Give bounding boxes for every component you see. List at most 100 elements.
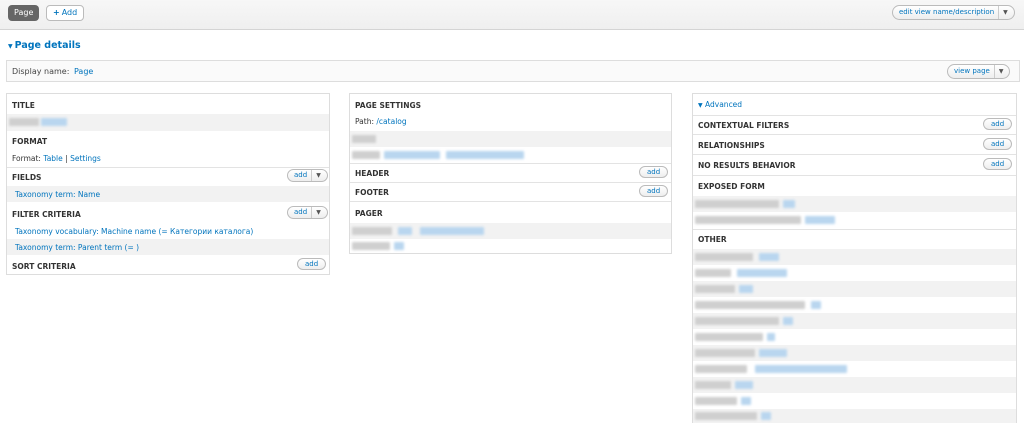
blurred-text: [695, 216, 801, 224]
blurred-text: [695, 200, 779, 208]
blurred-text: [352, 227, 392, 235]
relationships-add-button[interactable]: add: [983, 138, 1013, 150]
no-results-add-button[interactable]: add: [983, 158, 1013, 170]
blurred-text: [783, 200, 795, 208]
relationships-header: RELATIONSHIPS: [698, 141, 765, 150]
blurred-text: [394, 242, 404, 250]
contextual-filters-add-button[interactable]: add: [983, 118, 1013, 130]
filter-item[interactable]: Taxonomy vocabulary: Machine name (= Кат…: [15, 227, 253, 236]
other-row[interactable]: [693, 361, 1016, 377]
caret-down-icon[interactable]: ▼: [998, 6, 1008, 19]
contextual-filters-header: CONTEXTUAL FILTERS: [698, 121, 790, 130]
divider: [350, 201, 671, 202]
sort-criteria-header: SORT CRITERIA: [12, 262, 76, 271]
blurred-text: [446, 151, 524, 159]
header-add-button[interactable]: add: [639, 166, 669, 178]
blurred-text: [352, 151, 380, 159]
title-row[interactable]: [7, 114, 329, 131]
blurred-text: [739, 285, 753, 293]
middle-column: PAGE SETTINGS Path: /catalog HEADER add …: [349, 93, 672, 254]
blurred-text: [695, 301, 805, 309]
format-settings-link[interactable]: Settings: [70, 154, 101, 163]
blurred-text: [783, 317, 793, 325]
blurred-text: [695, 285, 735, 293]
pager-row[interactable]: [350, 223, 671, 239]
blurred-text: [695, 412, 757, 420]
caret-down-icon[interactable]: ▼: [311, 207, 321, 218]
display-name-value[interactable]: Page: [74, 67, 93, 76]
blurred-text: [695, 253, 753, 261]
blurred-text: [695, 365, 747, 373]
filter-item[interactable]: Taxonomy term: Parent term (= ): [15, 243, 139, 252]
pager-row[interactable]: [350, 239, 671, 253]
advanced-label: Advanced: [705, 100, 743, 109]
caret-down-icon[interactable]: ▼: [311, 170, 321, 181]
view-page-button[interactable]: view page ▼: [947, 64, 1011, 79]
filter-add-button[interactable]: add ▼: [287, 206, 328, 219]
format-label: Format:: [12, 154, 41, 163]
exposed-row[interactable]: [693, 212, 1016, 228]
add-display-button[interactable]: + Add: [46, 5, 85, 21]
format-table-link[interactable]: Table: [43, 154, 62, 163]
other-header: OTHER: [698, 235, 727, 244]
blurred-text: [811, 301, 821, 309]
fields-add-button[interactable]: add ▼: [287, 169, 328, 182]
edit-view-name-label: edit view name/description: [899, 8, 995, 16]
top-bar: Page + Add edit view name/description ▼: [0, 0, 1024, 30]
other-row[interactable]: [693, 377, 1016, 393]
exposed-form-header: EXPOSED FORM: [698, 182, 765, 191]
filter-criteria-header: FILTER CRITERIA: [12, 210, 81, 219]
advanced-toggle[interactable]: ▼ Advanced: [698, 100, 742, 109]
other-row[interactable]: [693, 249, 1016, 265]
blurred-text: [735, 381, 753, 389]
other-row[interactable]: [693, 281, 1016, 297]
blurred-text: [695, 381, 731, 389]
footer-add-button[interactable]: add: [639, 185, 669, 197]
page-details-toggle[interactable]: ▼ Page details: [8, 40, 81, 51]
blurred-text: [759, 349, 787, 357]
tab-page[interactable]: Page: [8, 5, 40, 21]
other-row[interactable]: [693, 345, 1016, 361]
other-row[interactable]: [693, 297, 1016, 313]
display-name-bar: Display name: Page view page ▼: [6, 60, 1020, 82]
other-row[interactable]: [693, 409, 1016, 423]
other-row[interactable]: [693, 393, 1016, 409]
other-row[interactable]: [693, 313, 1016, 329]
caret-down-icon[interactable]: ▼: [993, 65, 1003, 78]
sort-add-button[interactable]: add: [297, 258, 327, 270]
blurred-text: [398, 227, 412, 235]
left-column: TITLE FORMAT Format: Table | Settings FI…: [6, 93, 330, 275]
other-row[interactable]: [693, 265, 1016, 281]
exposed-row[interactable]: [693, 196, 1016, 212]
filter-add-label: add: [294, 208, 308, 216]
page-settings-header: PAGE SETTINGS: [355, 101, 422, 110]
fields-add-label: add: [294, 171, 308, 179]
other-row[interactable]: [693, 329, 1016, 345]
fields-row[interactable]: Taxonomy term: Name: [7, 186, 329, 202]
blurred-text: [352, 135, 376, 143]
plus-icon: +: [53, 8, 60, 17]
blurred-text: [755, 365, 847, 373]
blurred-text: [759, 253, 779, 261]
blurred-text: [41, 118, 67, 126]
filter-row[interactable]: Taxonomy term: Parent term (= ): [7, 239, 329, 255]
view-page-label: view page: [954, 67, 990, 75]
divider: [7, 167, 329, 168]
path-link[interactable]: /catalog: [376, 117, 406, 126]
blurred-text: [352, 242, 390, 250]
blurred-text: [741, 397, 751, 405]
display-name: Display name: Page: [12, 67, 93, 76]
settings-row[interactable]: [350, 131, 671, 147]
fields-header: FIELDS: [12, 173, 42, 182]
filter-row[interactable]: Taxonomy vocabulary: Machine name (= Кат…: [7, 223, 329, 239]
right-column: ▼ Advanced CONTEXTUAL FILTERS add RELATI…: [692, 93, 1017, 423]
settings-row[interactable]: [350, 147, 671, 163]
format-header: FORMAT: [12, 137, 48, 146]
triangle-down-icon: ▼: [8, 43, 13, 50]
path-row: Path: /catalog: [355, 117, 407, 126]
edit-view-name-button[interactable]: edit view name/description ▼: [892, 5, 1015, 20]
path-label: Path:: [355, 117, 375, 126]
blurred-text: [420, 227, 484, 235]
title-header: TITLE: [12, 101, 35, 110]
field-item[interactable]: Taxonomy term: Name: [15, 190, 100, 199]
